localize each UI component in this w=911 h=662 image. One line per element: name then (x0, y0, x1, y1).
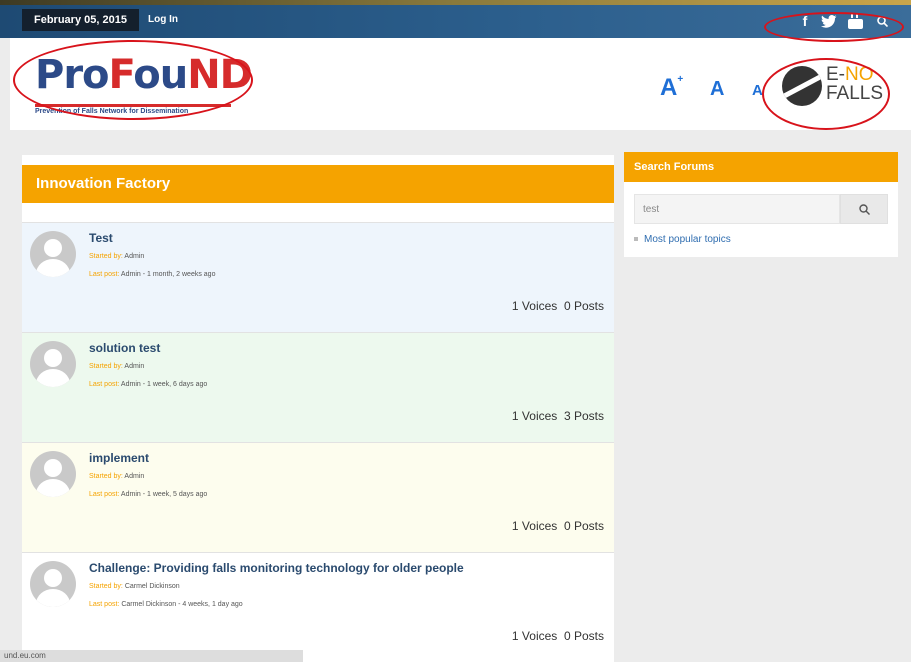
topic-stats: 1 Voices 0 Posts (512, 299, 604, 313)
search-icon (858, 203, 870, 215)
top-bar: February 05, 2015 Log In f (0, 0, 911, 38)
posts-count: 0 Posts (563, 519, 604, 533)
user-avatar-icon (30, 231, 76, 277)
popular-topics-link[interactable]: Most popular topics (644, 234, 731, 245)
topic-author-link[interactable]: Admin (124, 473, 144, 480)
topic-last-post: Last post: Admin - 1 week, 5 days ago (89, 491, 208, 498)
topic-started-by: Started by: Admin (89, 363, 145, 370)
voices-count: 1 Voices (511, 409, 558, 423)
forum-search-input[interactable] (634, 194, 840, 224)
enofalls-no: NO (845, 64, 874, 85)
topic-stats: 1 Voices 0 Posts (512, 629, 604, 643)
forum-search-button[interactable] (840, 194, 888, 224)
topic-last-post-link[interactable]: Carmel Dickinson - 4 weeks, 1 day ago (121, 601, 242, 608)
font-increase-button[interactable]: A+ (660, 74, 683, 102)
browser-status-bar: und.eu.com (0, 650, 303, 662)
topic-title-link[interactable]: Challenge: Providing falls monitoring te… (89, 561, 464, 575)
topic-row[interactable]: implement Started by: Admin Last post: A… (22, 442, 614, 552)
topic-last-post-link[interactable]: Admin - 1 week, 6 days ago (121, 381, 207, 388)
topic-last-post-link[interactable]: Admin - 1 week, 5 days ago (121, 491, 207, 498)
search-forums-widget: Search Forums Most popular topics (624, 152, 898, 257)
forum-title: Innovation Factory (22, 165, 614, 203)
topic-stats: 1 Voices 0 Posts (512, 519, 604, 533)
topic-title-link[interactable]: implement (89, 451, 149, 465)
topic-last-post: Last post: Admin - 1 month, 2 weeks ago (89, 271, 216, 278)
topic-started-by: Started by: Carmel Dickinson (89, 583, 180, 590)
logo-part-4: ND (187, 52, 253, 98)
topic-stats: 1 Voices 3 Posts (512, 409, 604, 423)
topic-author-link[interactable]: Admin (124, 253, 144, 260)
site-header: ProFouND Prevention of Falls Network for… (10, 38, 911, 130)
voices-count: 1 Voices (511, 629, 558, 643)
user-avatar-icon (30, 341, 76, 387)
search-forums-title: Search Forums (624, 152, 898, 182)
profound-logo[interactable]: ProFouND (35, 52, 253, 98)
topic-started-by: Started by: Admin (89, 473, 145, 480)
user-avatar-icon (30, 451, 76, 497)
forum-main: Innovation Factory Test Started by: Admi… (22, 155, 614, 662)
facebook-icon[interactable]: f (796, 12, 814, 30)
topic-last-post: Last post: Admin - 1 week, 6 days ago (89, 381, 208, 388)
logo-part-2: F (108, 52, 135, 98)
topic-title-link[interactable]: Test (89, 231, 113, 245)
topic-last-post-link[interactable]: Admin - 1 month, 2 weeks ago (121, 271, 216, 278)
posts-count: 3 Posts (563, 409, 604, 423)
topic-last-post: Last post: Carmel Dickinson - 4 weeks, 1… (89, 601, 243, 608)
top-decoration (0, 0, 911, 5)
voices-count: 1 Voices (511, 519, 558, 533)
topic-row[interactable]: Challenge: Providing falls monitoring te… (22, 552, 614, 662)
date-label: February 05, 2015 (22, 9, 139, 31)
popular-topics-item[interactable]: Most popular topics (634, 234, 731, 245)
enofalls-e: E- (826, 64, 845, 85)
posts-count: 0 Posts (563, 299, 604, 313)
enofalls-falls: FALLS (826, 83, 884, 104)
youtube-icon[interactable] (846, 12, 864, 30)
voices-count: 1 Voices (511, 299, 558, 313)
topic-row[interactable]: Test Started by: Admin Last post: Admin … (22, 222, 614, 332)
search-icon[interactable] (873, 12, 891, 30)
bullet-icon (634, 237, 638, 242)
posts-count: 0 Posts (563, 629, 604, 643)
font-decrease-button[interactable]: A (752, 82, 763, 99)
topic-row[interactable]: solution test Started by: Admin Last pos… (22, 332, 614, 442)
logo-part-1: Pro (35, 52, 110, 98)
topic-title-link[interactable]: solution test (89, 341, 160, 355)
user-avatar-icon (30, 561, 76, 607)
logo-part-3: ou (133, 52, 188, 98)
enofalls-logo-icon[interactable] (782, 66, 822, 106)
font-reset-button[interactable]: A (710, 78, 724, 101)
twitter-icon[interactable] (820, 12, 838, 30)
enofalls-logo-text[interactable]: E-NO FALLS (826, 65, 883, 103)
login-link[interactable]: Log In (148, 14, 178, 25)
topic-author-link[interactable]: Carmel Dickinson (125, 583, 180, 590)
topic-author-link[interactable]: Admin (124, 363, 144, 370)
logo-subtitle: Prevention of Falls Network for Dissemin… (35, 108, 189, 115)
logo-underline (35, 104, 231, 107)
topic-started-by: Started by: Admin (89, 253, 145, 260)
